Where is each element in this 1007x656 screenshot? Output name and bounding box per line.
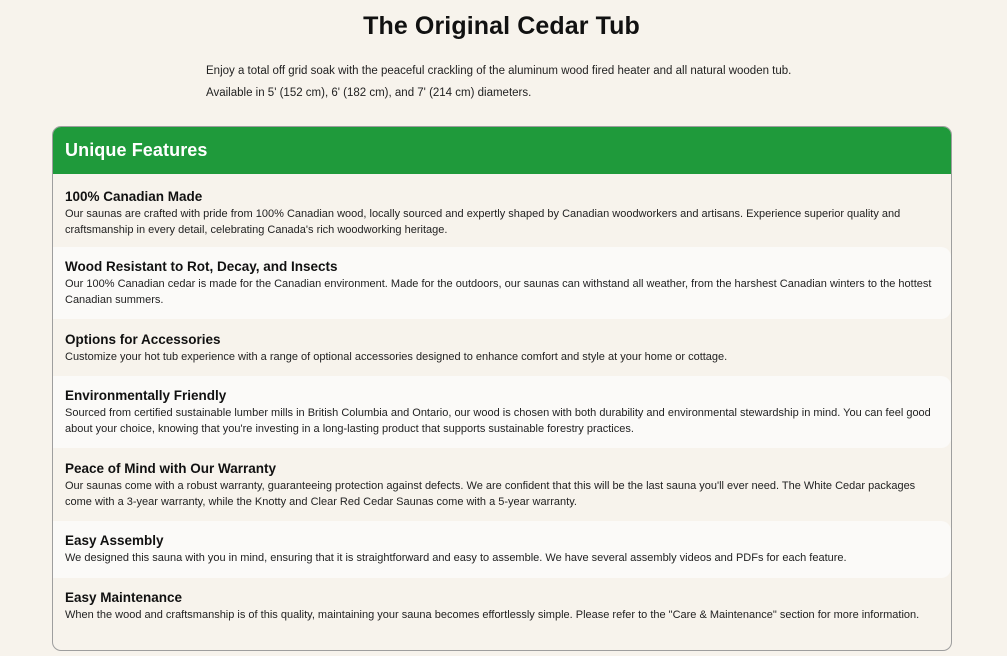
feature-description: When the wood and craftsmanship is of th… <box>65 609 920 621</box>
feature-description: We designed this sauna with you in mind,… <box>65 552 847 564</box>
feature-title: Easy Maintenance <box>65 590 183 605</box>
feature-item: Easy Maintenance When the wood and craft… <box>53 579 951 649</box>
feature-title: Environmentally Friendly <box>65 388 227 403</box>
feature-description: Our saunas come with a robust warranty, … <box>65 480 916 508</box>
feature-title: Wood Resistant to Rot, Decay, and Insect… <box>65 259 338 274</box>
feature-title: Peace of Mind with Our Warranty <box>65 461 277 476</box>
feature-item: Environmentally Friendly Sourced from ce… <box>53 376 951 448</box>
intro-text: Enjoy a total off grid soak with the pea… <box>206 60 906 104</box>
feature-item: 100% Canadian Made Our saunas are crafte… <box>53 182 951 246</box>
feature-item: Wood Resistant to Rot, Decay, and Insect… <box>53 247 951 319</box>
features-heading: Unique Features <box>65 140 208 160</box>
feature-description: Our saunas are crafted with pride from 1… <box>65 208 901 236</box>
feature-item: Options for Accessories Customize your h… <box>53 320 951 376</box>
feature-title: Options for Accessories <box>65 332 221 347</box>
intro-description: Enjoy a total off grid soak with the pea… <box>206 65 792 77</box>
feature-title: 100% Canadian Made <box>65 189 203 204</box>
unique-features-card: Unique Features 100% Canadian Made Our s… <box>52 126 952 651</box>
intro-sizes: Available in 5' (152 cm), 6' (182 cm), a… <box>206 87 532 99</box>
feature-title: Easy Assembly <box>65 533 164 548</box>
feature-description: Sourced from certified sustainable lumbe… <box>65 407 931 435</box>
features-header: Unique Features <box>53 127 951 174</box>
feature-description: Customize your hot tub experience with a… <box>65 351 728 363</box>
page-title: The Original Cedar Tub <box>363 12 640 40</box>
feature-item: Peace of Mind with Our Warranty Our saun… <box>53 449 951 520</box>
feature-description: Our 100% Canadian cedar is made for the … <box>65 278 932 306</box>
feature-item: Easy Assembly We designed this sauna wit… <box>53 521 951 578</box>
